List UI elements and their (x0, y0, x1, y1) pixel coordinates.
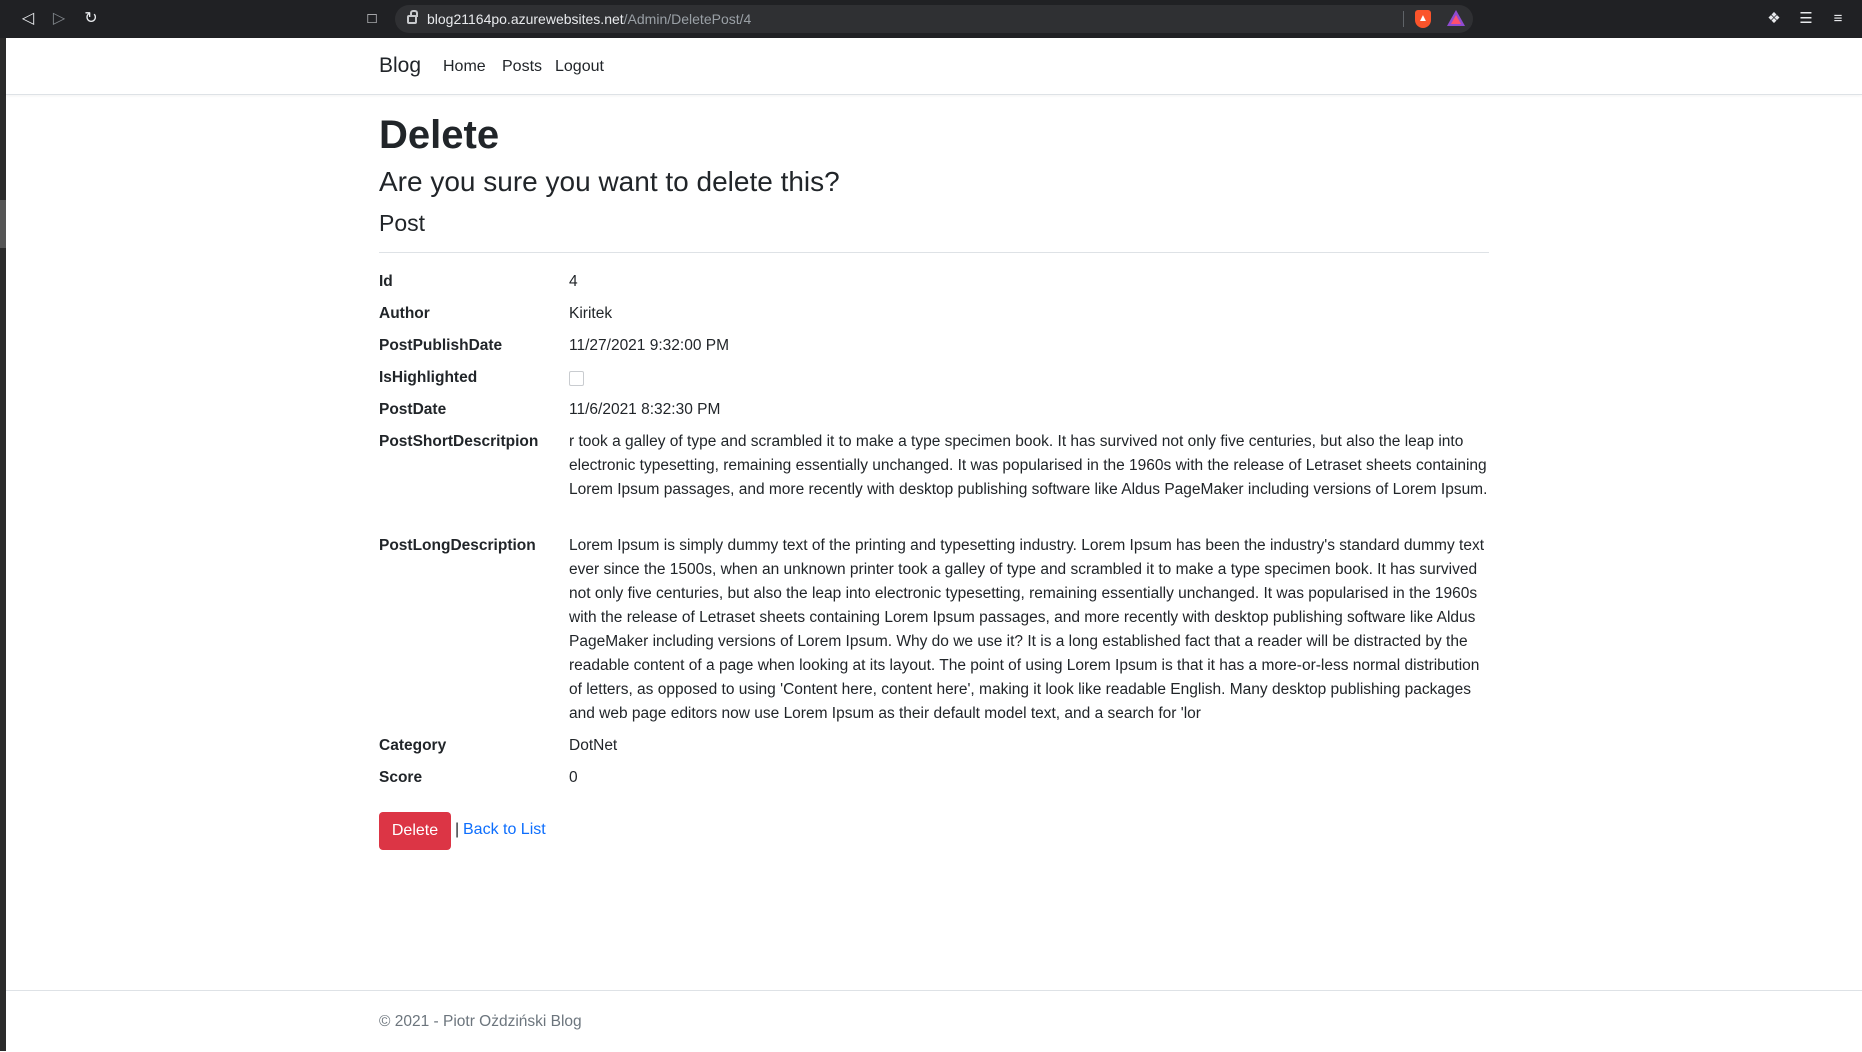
nav-link-home[interactable]: Home (443, 57, 486, 77)
detail-label: Category (379, 737, 447, 754)
detail-label: Id (379, 273, 393, 290)
confirm-question: Are you sure you want to delete this? (379, 166, 840, 197)
reload-icon[interactable]: ↻ (80, 8, 102, 30)
extensions-icon[interactable]: ❖ (1763, 8, 1785, 30)
bookmark-icon[interactable]: □ (363, 8, 381, 30)
url-host: blog21164po.azurewebsites.net (427, 11, 624, 27)
site-footer: © 2021 - Piotr Ożdziński Blog (6, 990, 1862, 1052)
action-separator: | (455, 821, 460, 838)
detail-label: Author (379, 305, 430, 322)
detail-value: 11/27/2021 9:32:00 PM (569, 337, 730, 354)
nav-link-posts[interactable]: Posts (502, 57, 542, 77)
delete-button[interactable]: Delete (379, 812, 451, 850)
brave-shield-icon[interactable]: ▲ (1415, 10, 1431, 28)
back-icon[interactable]: ◁ (17, 8, 39, 30)
edge-marker (0, 200, 6, 248)
page-title: Delete (379, 113, 500, 157)
detail-label: PostDate (379, 401, 447, 418)
forward-icon[interactable]: ▷ (48, 8, 70, 30)
nav-link-logout[interactable]: Logout (555, 57, 604, 77)
detail-value: DotNet (569, 737, 618, 754)
entity-heading: Post (379, 210, 426, 236)
detail-value: Lorem Ipsum is simply dummy text of the … (569, 537, 1485, 722)
detail-label: Score (379, 769, 423, 786)
detail-label: PostShortDescritpion (379, 433, 539, 450)
detail-label: PostPublishDate (379, 337, 503, 354)
detail-value (569, 366, 1490, 394)
detail-value: Kiritek (569, 305, 613, 322)
site-navbar: Blog Home Posts Logout (6, 38, 1862, 95)
playlist-icon[interactable]: ☰ (1795, 8, 1817, 30)
detail-label: IsHighlighted (379, 369, 478, 386)
browser-toolbar: ◁ ▷ ↻ □ blog21164po.azurewebsites.net/Ad… (0, 0, 1862, 38)
divider (379, 252, 1489, 253)
menu-icon[interactable]: ≡ (1827, 8, 1849, 30)
url-text[interactable]: blog21164po.azurewebsites.net/Admin/Dele… (427, 10, 751, 28)
detail-value: 11/6/2021 8:32:30 PM (569, 401, 721, 418)
lock-icon (407, 10, 418, 24)
brand-link[interactable]: Blog (379, 54, 421, 78)
detail-label: PostLongDescription (379, 537, 536, 554)
left-edge-strip (0, 0, 6, 1051)
detail-value: 4 (569, 273, 578, 290)
is-highlighted-checkbox (569, 371, 584, 386)
back-to-list-link[interactable]: Back to List (463, 818, 546, 842)
address-bar[interactable]: blog21164po.azurewebsites.net/Admin/Dele… (395, 5, 1473, 33)
detail-value: 0 (569, 769, 578, 786)
footer-copyright: © 2021 - Piotr Ożdziński Blog (379, 1013, 582, 1030)
brave-rewards-icon[interactable] (1447, 10, 1465, 26)
url-path: /Admin/DeletePost/4 (623, 11, 752, 27)
detail-value: r took a galley of type and scrambled it… (569, 433, 1488, 498)
address-bar-divider (1403, 11, 1404, 27)
